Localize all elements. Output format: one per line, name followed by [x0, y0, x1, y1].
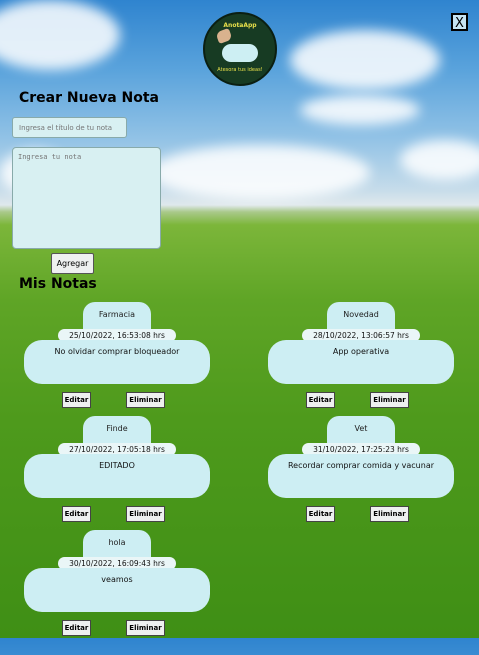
edit-note-button[interactable]: Editar — [306, 506, 335, 522]
background-cloud — [300, 95, 420, 125]
note-card: Farmacia 25/10/2022, 16:53:08 hrs No olv… — [22, 302, 212, 427]
hand-icon — [215, 27, 233, 45]
edit-note-button[interactable]: Editar — [62, 620, 91, 636]
note-title: Farmacia — [83, 302, 151, 332]
close-button[interactable]: X — [451, 13, 468, 31]
note-card: Vet 31/10/2022, 17:25:23 hrs Recordar co… — [266, 416, 456, 541]
background-cloud — [290, 30, 440, 90]
note-card: Finde 27/10/2022, 17:05:18 hrs EDITADO E… — [22, 416, 212, 541]
note-title: Finde — [83, 416, 151, 446]
delete-note-button[interactable]: Eliminar — [126, 620, 165, 636]
logo-subtitle: Atesora tus ideas! — [217, 67, 263, 73]
note-body: Recordar comprar comida y vacunar — [268, 454, 454, 498]
edit-note-button[interactable]: Editar — [306, 392, 335, 408]
note-body-textarea[interactable] — [12, 147, 161, 249]
my-notes-heading: Mis Notas — [19, 276, 97, 292]
note-title: Vet — [327, 416, 395, 446]
background-cloud — [150, 145, 370, 200]
note-body: veamos — [24, 568, 210, 612]
note-card: Novedad 28/10/2022, 13:06:57 hrs App ope… — [266, 302, 456, 427]
note-title: Novedad — [327, 302, 395, 332]
cloud-icon — [222, 44, 258, 62]
note-title: hola — [83, 530, 151, 560]
logo-title: AnotaApp — [223, 22, 257, 29]
delete-note-button[interactable]: Eliminar — [370, 392, 409, 408]
note-body: EDITADO — [24, 454, 210, 498]
edit-note-button[interactable]: Editar — [62, 506, 91, 522]
background-cloud — [400, 140, 479, 180]
delete-note-button[interactable]: Eliminar — [126, 392, 165, 408]
note-body: App operativa — [268, 340, 454, 384]
note-title-input[interactable] — [12, 117, 127, 138]
app-logo: AnotaApp Atesora tus ideas! — [203, 12, 277, 86]
delete-note-button[interactable]: Eliminar — [370, 506, 409, 522]
note-card: hola 30/10/2022, 16:09:43 hrs veamos Edi… — [22, 530, 212, 655]
create-note-heading: Crear Nueva Nota — [19, 90, 159, 106]
add-note-button[interactable]: Agregar — [51, 253, 94, 274]
edit-note-button[interactable]: Editar — [62, 392, 91, 408]
note-body: No olvidar comprar bloqueador — [24, 340, 210, 384]
background-cloud — [0, 0, 120, 70]
delete-note-button[interactable]: Eliminar — [126, 506, 165, 522]
